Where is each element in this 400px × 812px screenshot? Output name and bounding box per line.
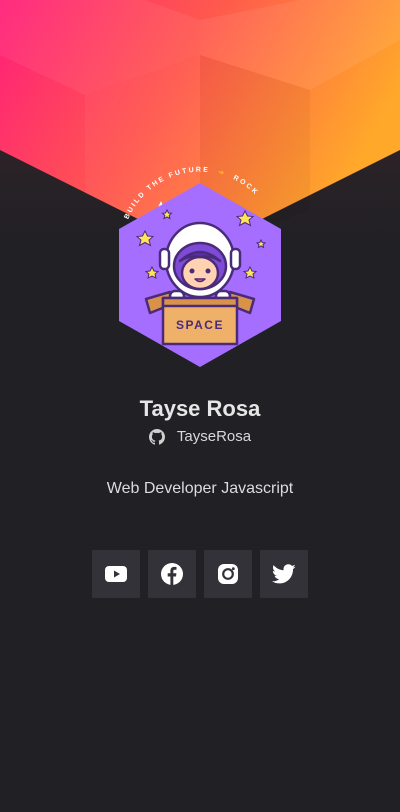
github-link[interactable]: TayseRosa <box>0 428 400 445</box>
github-username: TayseRosa <box>176 428 252 445</box>
social-links <box>92 550 308 598</box>
youtube-icon <box>105 566 127 582</box>
facebook-icon <box>161 563 183 585</box>
twitter-icon <box>272 564 296 584</box>
avatar: BUILD THE FUTURE ➔ ROCK SPACE <box>100 163 300 373</box>
youtube-button[interactable] <box>92 550 140 598</box>
github-icon <box>148 428 165 445</box>
instagram-button[interactable] <box>204 550 252 598</box>
bio-text: Web Developer Javascript <box>106 480 294 497</box>
instagram-icon <box>218 564 238 584</box>
twitter-button[interactable] <box>260 550 308 598</box>
profile-name: Tayse Rosa <box>139 396 261 421</box>
box-label: SPACE <box>176 318 224 332</box>
facebook-button[interactable] <box>148 550 196 598</box>
box-icon: SPACE <box>144 290 256 346</box>
